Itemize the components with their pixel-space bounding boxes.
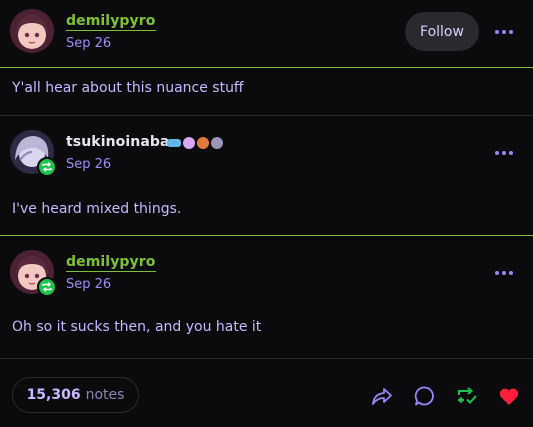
reblog-author[interactable]: tsukinoinaba <box>66 134 170 150</box>
notes-count: 15,306 <box>26 387 81 403</box>
reblog-icon[interactable] <box>455 384 479 408</box>
fox-badge-icon <box>197 137 209 149</box>
follow-button[interactable]: Follow <box>405 12 479 51</box>
post-text: Y'all hear about this nuance stuff <box>12 80 244 96</box>
reblog-header: demilypyro Sep 26 <box>0 241 533 301</box>
ghost-badge-icon <box>211 137 223 149</box>
avatar[interactable] <box>10 9 54 53</box>
reblog-author[interactable]: demilypyro <box>66 254 156 272</box>
reblog-date[interactable]: Sep 26 <box>66 277 111 292</box>
reblog-text: Oh so it sucks then, and you hate it <box>12 319 262 335</box>
more-icon[interactable] <box>489 143 519 163</box>
reblog-badge-icon <box>37 157 57 177</box>
post-author[interactable]: demilypyro <box>66 13 156 31</box>
reblog-divider <box>0 235 533 236</box>
notes-button[interactable]: 15,306 notes <box>12 377 139 413</box>
user-badges[interactable] <box>167 137 223 149</box>
notes-label: notes <box>85 387 125 403</box>
scroll-badge-icon <box>167 139 181 147</box>
post-date[interactable]: Sep 26 <box>66 36 111 51</box>
share-icon[interactable] <box>370 384 394 408</box>
post-divider <box>0 67 533 68</box>
more-icon[interactable] <box>489 263 519 283</box>
more-icon[interactable] <box>489 22 519 42</box>
footer-divider <box>0 358 533 359</box>
reply-icon[interactable] <box>413 384 437 408</box>
flower-badge-icon <box>183 137 195 149</box>
reblog-text: I've heard mixed things. <box>12 201 182 217</box>
reblog-badge-icon <box>37 277 57 297</box>
reblog-header: tsukinoinaba Sep 26 <box>0 121 533 181</box>
reblog-date[interactable]: Sep 26 <box>66 157 111 172</box>
post-header: demilypyro Sep 26 Follow <box>0 0 533 60</box>
like-icon[interactable] <box>497 384 521 408</box>
section-divider <box>0 115 533 116</box>
